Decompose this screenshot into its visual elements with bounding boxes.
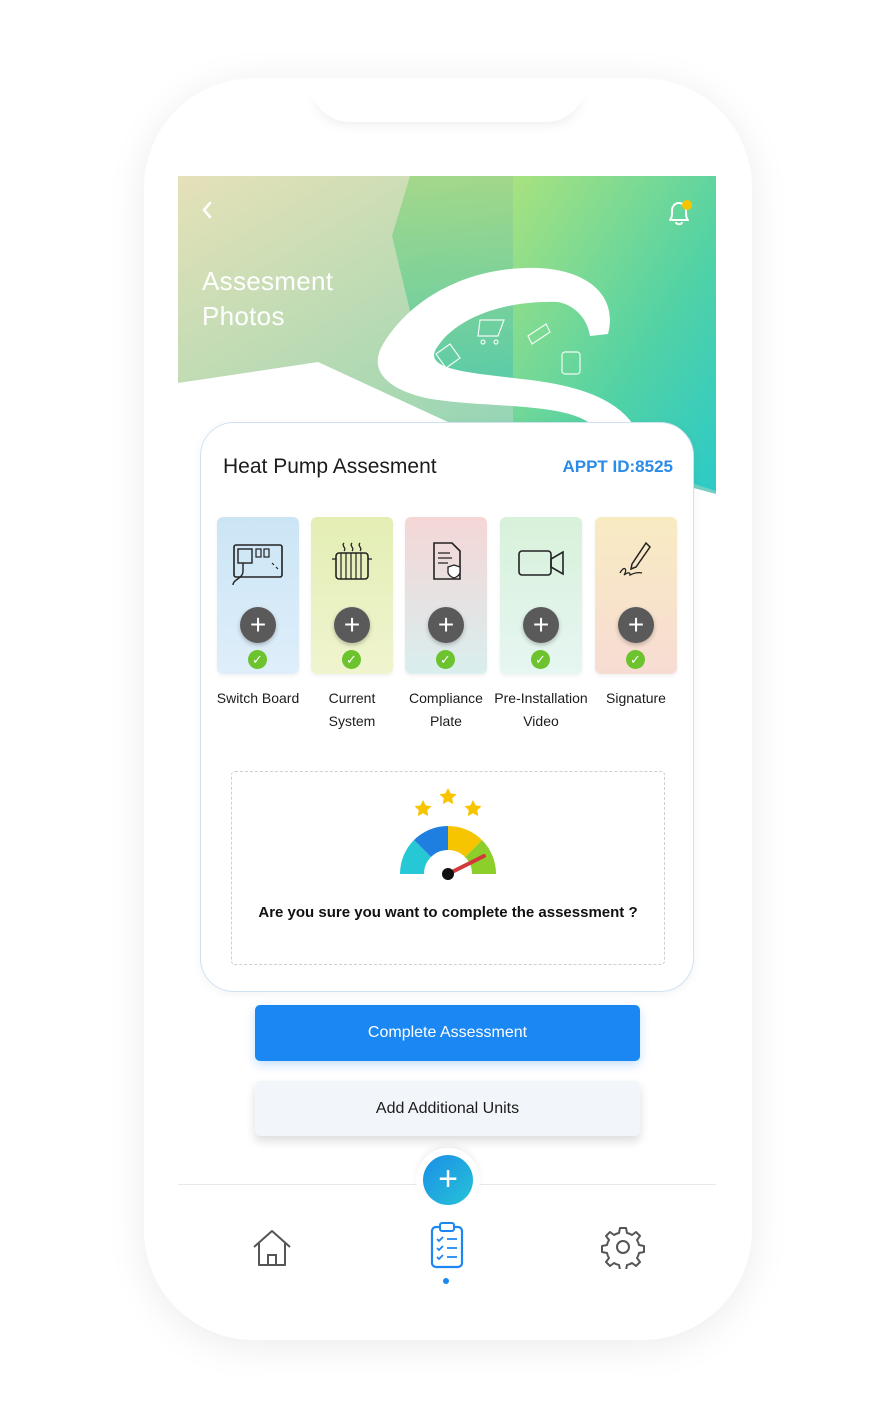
radiator-icon [332,542,372,580]
nav-assessments[interactable] [428,1221,466,1271]
tile-label-current-system: Current System [328,690,376,729]
add-photo-button[interactable]: + [618,607,654,643]
assessment-card: Heat Pump Assesment APPT ID:8525 + ✓ + ✓… [200,422,694,992]
active-indicator [443,1278,449,1284]
check-icon: ✓ [248,650,267,669]
tile-signature[interactable]: + ✓ [595,517,677,674]
home-icon [253,1230,291,1266]
chevron-left-icon [202,201,212,219]
add-additional-units-button[interactable]: Add Additional Units [255,1081,640,1136]
tile-label-switch-board: Switch Board [216,690,300,706]
switchboard-icon [232,544,283,586]
appointment-id: APPT ID:8525 [562,457,673,476]
clipboard-checklist-icon [430,1222,464,1269]
add-photo-button[interactable]: + [428,607,464,643]
complete-assessment-button[interactable]: Complete Assessment [255,1005,640,1061]
document-shield-icon [433,542,461,580]
pen-signature-icon [619,541,651,577]
add-button[interactable]: + [423,1155,473,1205]
page-title: Assesment Photos [202,266,334,331]
gauge-rating-icon [399,788,497,880]
check-icon: ✓ [626,650,645,669]
tile-current-system[interactable]: + ✓ [311,517,393,674]
nav-settings[interactable] [601,1225,645,1271]
tile-switch-board[interactable]: + ✓ [217,517,299,674]
back-button[interactable] [198,198,216,222]
add-photo-button[interactable]: + [240,607,276,643]
confirmation-question: Are you sure you want to complete the as… [258,904,638,921]
tile-label-signature: Signature [606,690,666,706]
tile-pre-installation-video[interactable]: + ✓ [500,517,582,674]
bell-icon [669,200,692,226]
notification-button[interactable] [662,196,696,230]
photo-tiles: + ✓ + ✓ + ✓ + ✓ + ✓ Switch Board Current… [217,517,679,729]
card-title: Heat Pump Assesment [223,455,437,478]
add-photo-button[interactable]: + [334,607,370,643]
notification-badge [682,200,692,210]
gear-icon [601,1227,645,1271]
phone-notch [310,78,586,122]
confirmation-panel: Are you sure you want to complete the as… [231,771,665,965]
check-icon: ✓ [531,650,550,669]
plus-icon: + [438,1160,458,1198]
tile-label-pre-installation-video: Pre-Installation Video [494,690,588,729]
tile-label-compliance-plate: Compliance Plate [409,690,483,729]
add-photo-button[interactable]: + [523,607,559,643]
check-icon: ✓ [436,650,455,669]
nav-home[interactable] [250,1225,294,1269]
tile-compliance-plate[interactable]: + ✓ [405,517,487,674]
video-camera-icon [518,550,564,576]
check-icon: ✓ [342,650,361,669]
app-screen: Assesment Photos Heat Pump Assesment APP… [178,176,716,1286]
